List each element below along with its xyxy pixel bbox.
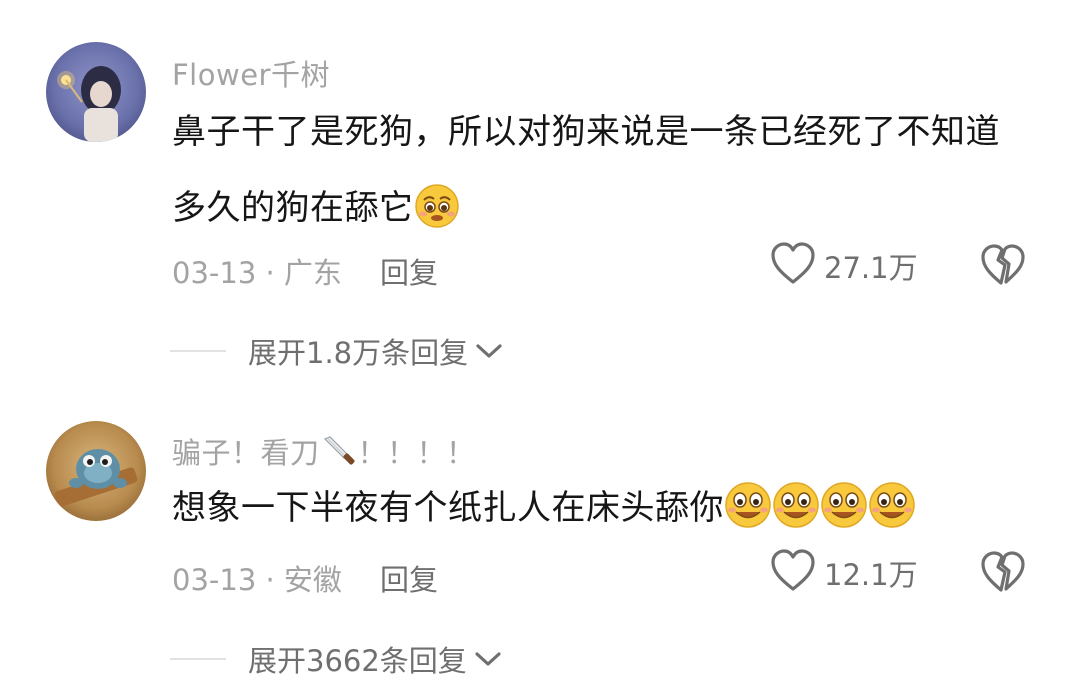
grinning-face-emoji-icon bbox=[820, 480, 868, 556]
expand-replies-label: 展开3662条回复 bbox=[248, 644, 467, 678]
like-count: 12.1万 bbox=[824, 558, 918, 592]
expand-replies-button[interactable]: 展开1.8万条回复 bbox=[170, 330, 504, 372]
username[interactable]: Flower千树 bbox=[172, 52, 330, 94]
like-count: 27.1万 bbox=[824, 251, 918, 285]
broken-heart-icon bbox=[980, 551, 1026, 597]
expand-replies-label: 展开1.8万条回复 bbox=[248, 336, 469, 370]
reply-button[interactable]: 回复 bbox=[380, 250, 438, 292]
reply-button[interactable]: 回复 bbox=[380, 557, 438, 599]
expand-replies-button[interactable]: 展开3662条回复 bbox=[170, 638, 503, 680]
comment-text: 想象一下半夜有个纸扎人在床头舔你 bbox=[172, 470, 1032, 556]
user-avatar[interactable] bbox=[46, 421, 146, 521]
comment-date-location: 03-13 · 广东 bbox=[172, 256, 342, 290]
comment-text: 鼻子干了是死狗，所以对狗来说是一条已经死了不知道 多久的狗在舔它 bbox=[172, 94, 1032, 256]
heart-outline-icon bbox=[770, 242, 816, 290]
comment-list: Flower千树 鼻子干了是死狗，所以对狗来说是一条已经死了不知道 多久的狗在舔… bbox=[0, 0, 1080, 699]
broken-heart-icon bbox=[980, 244, 1026, 290]
comment-date-location: 03-13 · 安徽 bbox=[172, 563, 342, 597]
expand-divider bbox=[170, 658, 226, 660]
chevron-down-icon bbox=[474, 340, 504, 362]
username-text: 骗子！看刀 bbox=[172, 436, 320, 470]
grinning-face-emoji-icon bbox=[724, 480, 772, 556]
like-button[interactable]: 27.1万 bbox=[770, 242, 918, 290]
chevron-down-icon bbox=[473, 648, 503, 670]
comment-text-fragment: 多久的狗在舔它 bbox=[172, 188, 414, 228]
grinning-face-emoji-icon bbox=[868, 480, 916, 556]
username-text: ！！！！ bbox=[357, 436, 476, 470]
pleading-face-emoji-icon bbox=[414, 180, 460, 256]
like-button[interactable]: 12.1万 bbox=[770, 549, 918, 597]
user-avatar[interactable] bbox=[46, 42, 146, 142]
dislike-button[interactable] bbox=[980, 551, 1026, 597]
heart-outline-icon bbox=[770, 549, 816, 597]
grinning-face-emoji-icon bbox=[772, 480, 820, 556]
comment-text-fragment: 想象一下半夜有个纸扎人在床头舔你 bbox=[172, 488, 724, 528]
expand-divider bbox=[170, 350, 226, 352]
comment-text-line: 鼻子干了是死狗，所以对狗来说是一条已经死了不知道 bbox=[172, 112, 1000, 152]
dislike-button[interactable] bbox=[980, 244, 1026, 290]
